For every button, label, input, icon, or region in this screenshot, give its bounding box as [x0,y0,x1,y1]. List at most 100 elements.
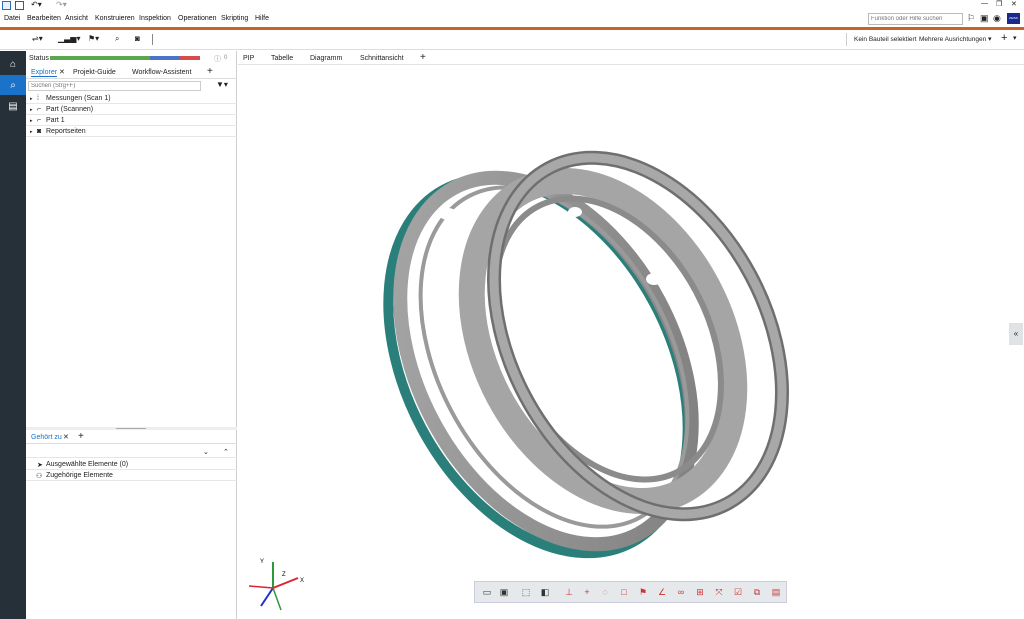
flag-icon[interactable]: ⚑ [637,586,649,598]
function-search-input[interactable] [868,13,963,25]
menu-konstruieren[interactable]: Konstruieren [95,15,135,22]
menu-operationen[interactable]: Operationen [178,15,217,22]
belongs-tabs: Gehört zu ✕ + [26,431,237,444]
toolbar-divider [846,33,847,46]
tab-gehoert-zu[interactable]: Gehört zu [31,434,62,441]
add-tab-icon[interactable]: + [78,431,84,442]
belongs-toolbar: ⌄ ⌃ [26,446,237,458]
belongs-item-label: Zugehörige Elemente [46,472,113,479]
save-icon[interactable] [15,1,24,10]
toolbar-divider [152,34,153,45]
info-icon[interactable]: ⓘ [214,54,221,64]
user-icon[interactable]: ◉ [993,13,1001,24]
frame-icon[interactable]: □ [618,586,630,598]
status-count: 0 [224,55,228,61]
selection-status[interactable]: Kein Bauteil selektiert [854,36,917,43]
tab-schnittansicht[interactable]: Schnittansicht [360,55,404,62]
check-icon[interactable]: ☑ [732,586,744,598]
alignment-dropdown[interactable]: Mehrere Ausrichtungen [919,36,986,43]
align-tool-icon[interactable]: ⇌▾ [32,34,43,43]
tree-item-messungen[interactable]: ▸ ⁞ Messungen (Scan 1) [26,93,237,104]
tab-explorer[interactable]: Explorer [31,69,58,77]
chevron-up-icon[interactable]: ⌃ [223,448,229,456]
report-icon[interactable]: ▤ [770,586,782,598]
tab-pip[interactable]: PIP [243,55,254,62]
point-icon[interactable]: + [581,586,593,598]
document-icon[interactable]: ▤ [0,96,26,116]
search-icon[interactable]: ⌕ [0,75,26,95]
section-icon[interactable]: ◧ [539,586,551,598]
menu-ansicht[interactable]: Ansicht [65,15,88,22]
angle-icon[interactable]: ∠ [656,586,668,598]
add-icon[interactable]: + [1001,32,1007,44]
tab-tabelle[interactable]: Tabelle [271,55,293,62]
close-button[interactable]: ✕ [1011,0,1017,8]
menu-inspektion[interactable]: Inspektion [139,15,171,22]
camera-icon[interactable]: ▣ [980,13,989,24]
belongs-item-label: Ausgewählte Elemente (0) [46,461,129,468]
panel-splitter[interactable] [26,427,237,430]
home-icon[interactable]: ⌂ [0,54,26,74]
screen-icon[interactable]: ▣ [498,586,510,598]
feedback-icon[interactable]: ⚐ [967,13,975,24]
related-icon: ⚇ [36,473,43,480]
3d-viewport[interactable]: PIP Tabelle Diagramm Schnittansicht + Y … [238,51,1024,619]
y-axis-label: Y [260,559,264,565]
compare-icon[interactable]: ⧉ [751,586,763,598]
expand-icon[interactable]: ▸ [30,107,33,113]
close-icon[interactable]: ✕ [59,68,65,76]
main-toolbar: ⇌▾ ▁▃▅▾ ⚑▾ ⌕ ◙ Kein Bauteil selektiert M… [0,30,1024,50]
label-icon[interactable]: ◌ [599,586,611,598]
deviation-icon[interactable]: ⊥ [563,586,575,598]
add-view-icon[interactable]: + [420,52,426,63]
status-label: Status [29,55,49,62]
zoom-icon[interactable]: ⌕ [115,34,119,44]
chevron-down-icon[interactable]: ⌄ [203,448,209,456]
menu-datei[interactable]: Datei [4,15,20,22]
select-icon[interactable]: ⬚ [520,586,532,598]
minimize-button[interactable]: — [981,0,988,7]
mesh-hole [646,273,662,285]
chain-icon[interactable]: ∞ [675,586,687,598]
explorer-search-input[interactable] [28,81,201,91]
menu-hilfe[interactable]: Hilfe [255,15,269,22]
mesh-hole [568,207,582,217]
tree-item-part-scannen[interactable]: ▸ ⌐ Part (Scannen) [26,104,237,115]
explorer-panel: Status ⓘ 0 Explorer ✕ Projekt-Guide Work… [26,51,237,619]
filter-icon[interactable]: ▼▾ [216,80,228,89]
cursor-icon: ➤ [37,462,43,469]
comment-tool-icon[interactable]: ⚑▾ [88,34,99,43]
zeiss-logo: ZEISS [1007,13,1020,24]
cross-icon[interactable]: ⤧ [713,586,725,598]
tab-projekt-guide[interactable]: Projekt-Guide [73,69,116,76]
belongs-item-selected[interactable]: ➤ Ausgewählte Elemente (0) [26,459,237,470]
add-tab-icon[interactable]: + [207,66,213,77]
expand-icon[interactable]: ▸ [30,129,33,135]
tab-diagramm[interactable]: Diagramm [310,55,342,62]
expand-icon[interactable]: ▸ [30,118,33,124]
chevron-down-icon[interactable]: ▾ [1013,34,1017,42]
tree-item-part-1[interactable]: ▸ ⌐ Part 1 [26,115,237,126]
restore-button[interactable]: ❐ [996,0,1002,8]
tab-workflow-assistent[interactable]: Workflow-Assistent [132,69,191,76]
expand-icon[interactable]: ▸ [30,96,33,102]
side-panel-expand[interactable]: « [1009,323,1023,345]
view-mode-icon[interactable]: ▭ [481,586,493,598]
grid-icon[interactable]: ⊞ [694,586,706,598]
menu-bar: Datei Bearbeiten Ansicht Konstruieren In… [0,12,1024,27]
chart-tool-icon[interactable]: ▁▃▅▾ [58,34,80,43]
chevron-down-icon[interactable]: ▾ [988,35,992,43]
z-axis-label: Z [282,572,286,578]
screenshot-icon[interactable]: ◙ [135,34,140,43]
menu-skripting[interactable]: Skripting [221,15,248,22]
part-icon: ⌐ [37,106,42,113]
scan-mesh-render[interactable] [378,111,798,571]
tree-item-reportseiten[interactable]: ▸ ◙ Reportseiten [26,126,237,137]
menu-bearbeiten[interactable]: Bearbeiten [27,15,61,22]
close-icon[interactable]: ✕ [63,433,69,441]
belongs-item-related[interactable]: ⚇ Zugehörige Elemente [26,470,237,481]
undo-icon[interactable]: ↶▾ [31,0,42,9]
redo-icon[interactable]: ↷▾ [56,0,67,9]
axis-triad: Y Z X [248,559,304,611]
tree-item-label: Messungen (Scan 1) [46,95,111,102]
